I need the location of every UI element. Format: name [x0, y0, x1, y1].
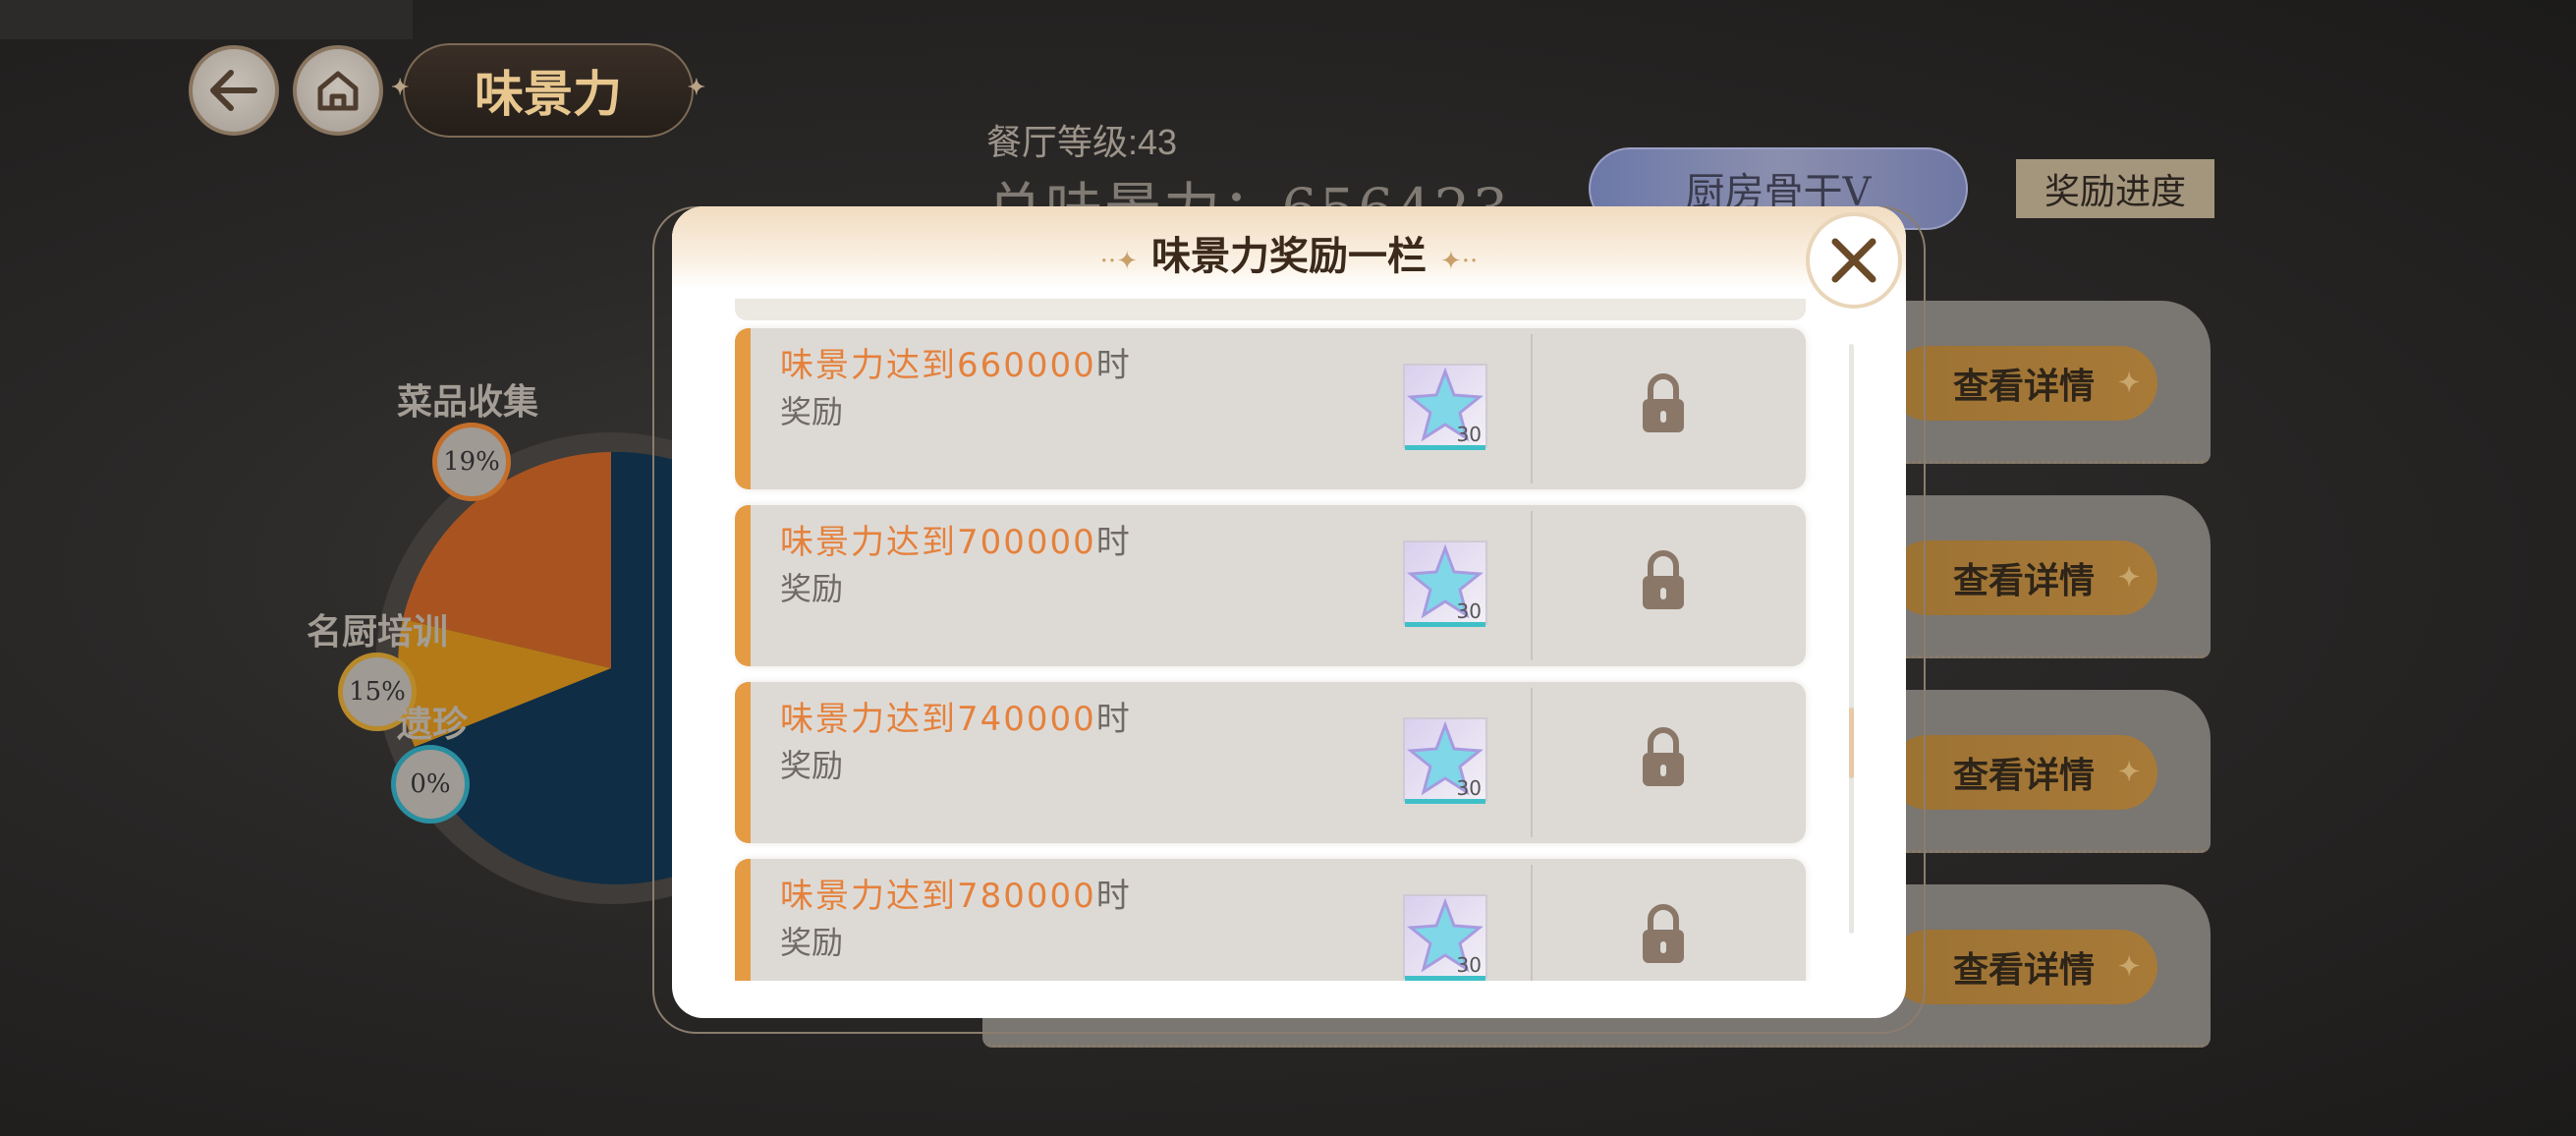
reward-label: 奖励: [780, 393, 844, 430]
home-button[interactable]: [293, 45, 383, 136]
reward-condition: 味景力达到700000时: [780, 523, 1132, 562]
page-title-text: 味景力: [475, 65, 622, 123]
reward-row: 味景力达到660000时 奖励 30: [735, 328, 1806, 489]
view-details-label: 查看详情: [1952, 755, 2095, 796]
lock-icon: [1643, 904, 1684, 963]
reward-list-modal: ··✦ 味景力奖励一栏 ✦·· 味景力达到660000时 奖励 30 味景力达到70…: [672, 206, 1906, 1018]
view-details-label: 查看详情: [1952, 560, 2095, 601]
sparkle-icon: ✦: [2118, 952, 2140, 982]
crystal-star-icon[interactable]: 30: [1403, 540, 1487, 627]
reward-label: 奖励: [780, 570, 844, 607]
lock-icon: [1643, 373, 1684, 432]
category-label-relics: 遗珍: [397, 704, 469, 745]
category-label-dishes: 菜品收集: [397, 381, 539, 423]
row-divider: [1531, 865, 1533, 981]
sparkle-icon: ✦: [2118, 369, 2140, 398]
reward-condition: 味景力达到660000时: [780, 346, 1132, 385]
background-strip: [0, 0, 413, 39]
category-percent-relics: 0%: [391, 745, 470, 824]
scrollbar-thumb[interactable]: [1849, 708, 1854, 778]
item-quantity: 30: [1456, 953, 1482, 977]
home-icon: [317, 71, 359, 111]
item-rarity-bar: [1405, 976, 1485, 981]
modal-title-text: 味景力奖励一栏: [1151, 233, 1427, 279]
ornament-icon: ··✦: [1099, 247, 1138, 276]
reward-progress-button[interactable]: 奖励进度: [2016, 159, 2214, 218]
page-title: ✦ 味景力 ✦: [391, 43, 705, 138]
lock-icon: [1643, 550, 1684, 609]
modal-title: ··✦ 味景力奖励一栏 ✦··: [672, 224, 1906, 281]
item-quantity: 30: [1456, 599, 1482, 623]
reward-condition: 味景力达到780000时: [780, 877, 1132, 916]
reward-row: 味景力达到740000时 奖励 30: [735, 682, 1806, 843]
back-button[interactable]: [189, 45, 279, 136]
item-rarity-bar: [1405, 445, 1485, 450]
view-details-button[interactable]: 查看详情 ✦: [1890, 346, 2157, 421]
restaurant-level: 餐厅等级:43: [986, 122, 1178, 162]
row-accent-bar: [735, 859, 751, 981]
item-quantity: 30: [1456, 776, 1482, 800]
reward-row: 味景力达到780000时 奖励 30: [735, 859, 1806, 981]
row-accent-bar: [735, 682, 751, 843]
view-details-button[interactable]: 查看详情 ✦: [1890, 735, 2157, 810]
category-label-chef-training: 名厨培训: [307, 611, 449, 653]
row-divider: [1531, 511, 1533, 660]
reward-label: 奖励: [780, 924, 844, 961]
close-icon: [1831, 238, 1876, 283]
category-percent-dishes: 19%: [432, 423, 511, 501]
sparkle-icon: ✦: [687, 75, 705, 100]
reward-row: 味景力达到700000时 奖励 30: [735, 505, 1806, 666]
row-divider: [1531, 334, 1533, 483]
sparkle-icon: ✦: [2118, 563, 2140, 593]
crystal-star-icon[interactable]: 30: [1403, 894, 1487, 981]
crystal-star-icon[interactable]: 30: [1403, 364, 1487, 450]
reward-list[interactable]: 味景力达到660000时 奖励 30 味景力达到700000时 奖励 30 味景…: [735, 299, 1825, 981]
view-details-label: 查看详情: [1952, 949, 2095, 991]
list-item-partial: [735, 299, 1806, 320]
item-rarity-bar: [1405, 622, 1485, 627]
crystal-star-icon[interactable]: 30: [1403, 717, 1487, 804]
item-quantity: 30: [1456, 423, 1482, 446]
row-accent-bar: [735, 328, 751, 489]
reward-condition: 味景力达到740000时: [780, 700, 1132, 739]
lock-icon: [1643, 727, 1684, 786]
sparkle-icon: ✦: [2118, 758, 2140, 787]
scrollbar-track[interactable]: [1849, 344, 1854, 934]
ornament-icon: ✦··: [1440, 247, 1479, 276]
sparkle-icon: ✦: [391, 75, 410, 100]
row-divider: [1531, 688, 1533, 837]
reward-label: 奖励: [780, 747, 844, 784]
row-accent-bar: [735, 505, 751, 666]
close-button[interactable]: [1806, 212, 1902, 309]
view-details-button[interactable]: 查看详情 ✦: [1890, 540, 2157, 615]
item-rarity-bar: [1405, 799, 1485, 804]
back-arrow-icon: [210, 70, 257, 111]
view-details-label: 查看详情: [1952, 366, 2095, 407]
view-details-button[interactable]: 查看详情 ✦: [1890, 930, 2157, 1004]
